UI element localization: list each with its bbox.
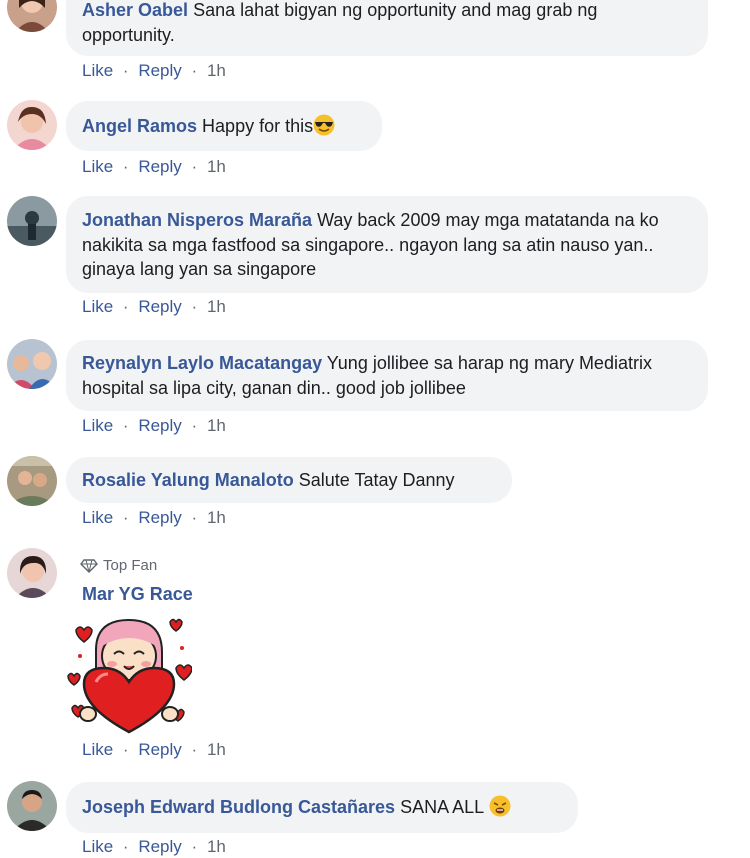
timestamp[interactable]: 1h bbox=[207, 157, 226, 176]
separator: · bbox=[122, 157, 129, 176]
comment-actions: Like · Reply · 1h bbox=[82, 415, 226, 437]
comment-bubble: Angel Ramos Happy for this bbox=[66, 101, 382, 151]
comment-actions: Like · Reply · 1h bbox=[82, 156, 226, 178]
comment-bubble: Asher Oabel Sana lahat bigyan ng opportu… bbox=[66, 0, 708, 56]
comment-author[interactable]: Asher Oabel bbox=[82, 0, 188, 20]
comment-author[interactable]: Mar YG Race bbox=[82, 584, 193, 605]
timestamp[interactable]: 1h bbox=[207, 508, 226, 527]
avatar[interactable] bbox=[7, 781, 57, 831]
avatar[interactable] bbox=[7, 196, 57, 246]
separator: · bbox=[122, 740, 129, 759]
comment-actions: Like · Reply · 1h bbox=[82, 836, 226, 858]
separator: · bbox=[191, 837, 198, 856]
reply-link[interactable]: Reply bbox=[138, 157, 181, 176]
reply-link[interactable]: Reply bbox=[138, 508, 181, 527]
comment-bubble: Jonathan Nisperos Maraña Way back 2009 m… bbox=[66, 196, 708, 293]
comment-bubble: Rosalie Yalung Manaloto Salute Tatay Dan… bbox=[66, 457, 512, 503]
comment-text: SANA ALL bbox=[400, 797, 484, 817]
sunglasses-emoji-icon bbox=[313, 114, 335, 136]
separator: · bbox=[191, 61, 198, 80]
comment-actions: Like · Reply · 1h bbox=[82, 739, 226, 761]
comment-author[interactable]: Reynalyn Laylo Macatangay bbox=[82, 353, 322, 373]
comment-author[interactable]: Angel Ramos bbox=[82, 116, 197, 136]
reply-link[interactable]: Reply bbox=[138, 740, 181, 759]
timestamp[interactable]: 1h bbox=[207, 416, 226, 435]
like-link[interactable]: Like bbox=[82, 740, 113, 759]
separator: · bbox=[122, 508, 129, 527]
top-fan-label: Top Fan bbox=[103, 557, 158, 574]
like-link[interactable]: Like bbox=[82, 508, 113, 527]
comment-text: Happy for this bbox=[202, 116, 314, 136]
separator: · bbox=[191, 157, 198, 176]
comment-bubble: Reynalyn Laylo Macatangay Yung jollibee … bbox=[66, 340, 708, 411]
separator: · bbox=[191, 416, 198, 435]
girl-holding-heart-sticker-icon[interactable] bbox=[66, 612, 193, 738]
like-link[interactable]: Like bbox=[82, 61, 113, 80]
reply-link[interactable]: Reply bbox=[138, 837, 181, 856]
timestamp[interactable]: 1h bbox=[207, 61, 226, 80]
timestamp[interactable]: 1h bbox=[207, 740, 226, 759]
comment-author[interactable]: Rosalie Yalung Manaloto bbox=[82, 470, 294, 490]
avatar[interactable] bbox=[7, 339, 57, 389]
comment-bubble: Joseph Edward Budlong Castañares SANA AL… bbox=[66, 782, 578, 833]
comment-author[interactable]: Jonathan Nisperos Maraña bbox=[82, 210, 312, 230]
timestamp[interactable]: 1h bbox=[207, 837, 226, 856]
weary-face-emoji-icon bbox=[489, 795, 511, 817]
comment-actions: Like · Reply · 1h bbox=[82, 60, 226, 82]
separator: · bbox=[191, 297, 198, 316]
timestamp[interactable]: 1h bbox=[207, 297, 226, 316]
avatar[interactable] bbox=[7, 548, 57, 598]
avatar[interactable] bbox=[7, 0, 57, 32]
reply-link[interactable]: Reply bbox=[138, 416, 181, 435]
top-fan-badge[interactable]: Top Fan bbox=[80, 556, 157, 576]
comment-actions: Like · Reply · 1h bbox=[82, 507, 226, 529]
separator: · bbox=[122, 297, 129, 316]
like-link[interactable]: Like bbox=[82, 157, 113, 176]
like-link[interactable]: Like bbox=[82, 837, 113, 856]
diamond-icon bbox=[80, 559, 98, 573]
separator: · bbox=[122, 837, 129, 856]
comment-actions: Like · Reply · 1h bbox=[82, 296, 226, 318]
separator: · bbox=[122, 416, 129, 435]
separator: · bbox=[191, 508, 198, 527]
reply-link[interactable]: Reply bbox=[138, 297, 181, 316]
avatar[interactable] bbox=[7, 100, 57, 150]
separator: · bbox=[122, 61, 129, 80]
avatar[interactable] bbox=[7, 456, 57, 506]
reply-link[interactable]: Reply bbox=[138, 61, 181, 80]
like-link[interactable]: Like bbox=[82, 297, 113, 316]
comment-author[interactable]: Joseph Edward Budlong Castañares bbox=[82, 797, 395, 817]
comment-text: Salute Tatay Danny bbox=[298, 470, 455, 490]
separator: · bbox=[191, 740, 198, 759]
like-link[interactable]: Like bbox=[82, 416, 113, 435]
